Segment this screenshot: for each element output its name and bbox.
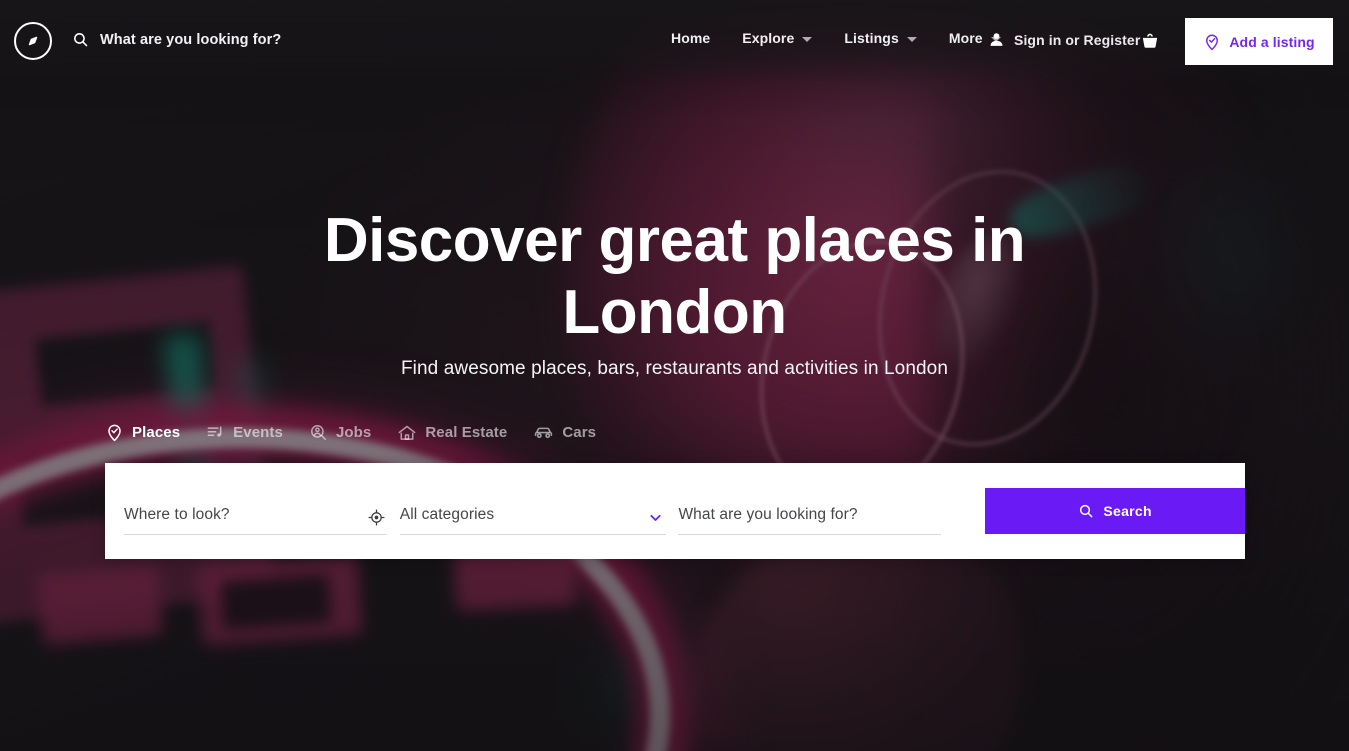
tab-places[interactable]: Places bbox=[105, 423, 180, 442]
logo-button[interactable] bbox=[14, 22, 52, 60]
pin-check-icon bbox=[105, 423, 124, 442]
page-subtitle: Find awesome places, bars, restaurants a… bbox=[400, 358, 949, 379]
search-button[interactable]: Search bbox=[985, 488, 1245, 534]
category-tabs: Places Events Jobs Real Estate Cars bbox=[105, 422, 622, 443]
primary-navigation: Home Explore Listings More bbox=[655, 30, 1017, 46]
nav-label: Listings bbox=[844, 30, 899, 46]
search-icon bbox=[72, 31, 89, 48]
hero-section: What are you looking for? Home Explore L… bbox=[0, 0, 1349, 751]
tab-jobs[interactable]: Jobs bbox=[309, 423, 371, 442]
nav-item-explore[interactable]: Explore bbox=[726, 30, 828, 46]
nav-label: Home bbox=[671, 30, 711, 46]
playlist-music-icon bbox=[206, 423, 225, 442]
nav-label: Explore bbox=[742, 30, 795, 46]
my-location-icon[interactable] bbox=[368, 509, 385, 526]
user-icon bbox=[988, 31, 1005, 48]
add-listing-label: Add a listing bbox=[1229, 33, 1315, 50]
search-icon bbox=[1078, 503, 1094, 519]
tab-label: Real Estate bbox=[425, 424, 508, 441]
tab-label: Events bbox=[233, 424, 283, 441]
tab-label: Places bbox=[132, 424, 181, 441]
search-form-card: Where to look? All categories What are y… bbox=[105, 463, 1245, 559]
page-title: Discover great places in London bbox=[323, 206, 1026, 347]
chevron-down-icon bbox=[802, 36, 813, 42]
category-select[interactable]: All categories bbox=[399, 487, 667, 535]
tab-real-estate[interactable]: Real Estate bbox=[397, 423, 507, 443]
tab-events[interactable]: Events bbox=[206, 423, 283, 442]
tab-label: Jobs bbox=[335, 424, 372, 441]
header-search[interactable]: What are you looking for? bbox=[72, 31, 281, 48]
nav-item-home[interactable]: Home bbox=[655, 30, 726, 46]
tab-label: Cars bbox=[562, 424, 597, 441]
sign-in-register-button[interactable]: Sign in or Register bbox=[988, 31, 1140, 48]
nav-item-listings[interactable]: Listings bbox=[828, 30, 932, 46]
car-icon bbox=[533, 422, 554, 443]
hero-content: Discover great places in London Find awe… bbox=[0, 0, 1349, 751]
basket-icon bbox=[1140, 31, 1160, 51]
pin-check-icon bbox=[1203, 33, 1221, 51]
nav-label: More bbox=[948, 30, 983, 46]
chevron-down-icon bbox=[906, 36, 917, 42]
header-search-placeholder: What are you looking for? bbox=[100, 31, 282, 48]
sign-in-register-label: Sign in or Register bbox=[1014, 31, 1141, 48]
add-listing-button[interactable]: Add a listing bbox=[1185, 18, 1333, 65]
search-button-label: Search bbox=[1103, 503, 1152, 519]
tab-cars[interactable]: Cars bbox=[533, 422, 596, 443]
chevron-down-icon[interactable] bbox=[647, 509, 664, 526]
location-input-placeholder: Where to look? bbox=[124, 506, 230, 523]
category-selected-value: All categories bbox=[399, 506, 495, 523]
house-icon bbox=[397, 423, 417, 443]
cart-button[interactable] bbox=[1140, 31, 1160, 51]
keyword-input-placeholder: What are you looking for? bbox=[678, 506, 858, 523]
site-header: What are you looking for? Home Explore L… bbox=[0, 0, 1349, 85]
user-search-icon bbox=[309, 423, 328, 442]
location-field[interactable]: Where to look? bbox=[124, 487, 387, 535]
keyword-field[interactable]: What are you looking for? bbox=[678, 487, 942, 535]
compass-icon bbox=[23, 31, 43, 51]
